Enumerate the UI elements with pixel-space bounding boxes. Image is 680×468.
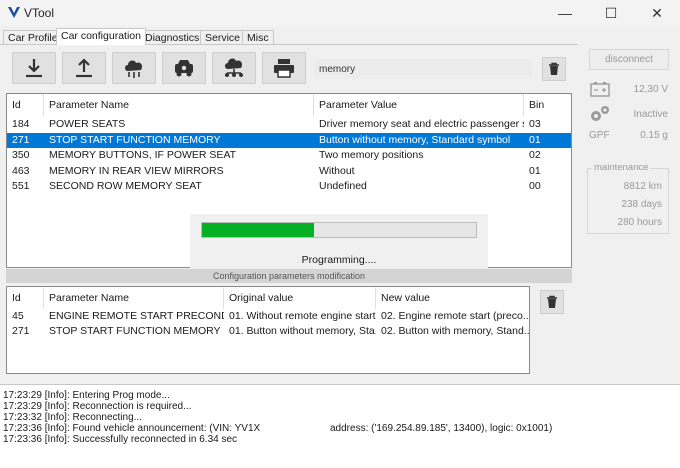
- table-row[interactable]: 184 POWER SEATS Driver memory seat and ele…: [7, 117, 571, 132]
- tab-car-profile[interactable]: Car Profile: [3, 30, 63, 45]
- tab-car-configuration[interactable]: Car configuration: [56, 28, 146, 45]
- gpf-label: GPF: [589, 130, 610, 141]
- download-icon: [26, 59, 42, 78]
- maintenance-km: 8812 km: [623, 181, 662, 192]
- mod-new-cell: 02. Engine remote start (preco...: [381, 310, 530, 322]
- modification-table[interactable]: Id Parameter Name Original value New val…: [6, 286, 530, 374]
- mod-name-cell: ENGINE REMOTE START PRECOND: [49, 310, 224, 322]
- engine-state-value: Inactive: [633, 109, 668, 120]
- param-bin-cell: 01: [529, 133, 541, 146]
- maintenance-hours: 280 hours: [617, 217, 662, 228]
- param-name-cell: MEMORY BUTTONS, IF POWER SEAT: [49, 149, 237, 161]
- table-row[interactable]: 551 SECOND ROW MEMORY SEAT Undefined 00: [7, 179, 571, 194]
- close-icon: ✕: [651, 4, 663, 21]
- upload-icon: [76, 58, 92, 78]
- close-button[interactable]: ✕: [634, 0, 680, 26]
- log-line-address: address: ('169.254.89.185', 13400), logi…: [330, 423, 553, 434]
- log-line: 17:23:36 [Info]: Found vehicle announcem…: [3, 423, 261, 434]
- printer-icon: [274, 59, 294, 78]
- print-button[interactable]: [262, 52, 306, 84]
- upload-button[interactable]: [62, 52, 106, 84]
- param-name-cell: SECOND ROW MEMORY SEAT: [49, 180, 202, 192]
- mod-column-header-new[interactable]: New value: [376, 287, 529, 309]
- param-id-cell: 463: [12, 164, 30, 177]
- progress-bar: [201, 222, 477, 238]
- mod-id-cell: 271: [12, 324, 30, 337]
- param-bin-cell: 02: [529, 149, 541, 161]
- param-id-cell: 184: [12, 118, 30, 130]
- mod-name-cell: STOP START FUNCTION MEMORY: [49, 324, 221, 337]
- clear-search-button[interactable]: [542, 57, 566, 81]
- param-value-cell: Two memory positions: [319, 149, 424, 161]
- table-row[interactable]: 45 ENGINE REMOTE START PRECOND 01. Without…: [7, 309, 529, 324]
- param-value-cell: Without: [319, 164, 355, 177]
- param-id-cell: 350: [12, 149, 30, 161]
- cloud-download-icon: [125, 60, 143, 78]
- mod-column-header-id[interactable]: Id: [7, 287, 44, 309]
- param-name-cell: POWER SEATS: [49, 118, 126, 130]
- mod-original-cell: 01. Without remote engine start...: [229, 310, 376, 322]
- maintenance-legend: maintenance: [592, 162, 651, 173]
- table-row[interactable]: 271 STOP START FUNCTION MEMORY Button with…: [7, 132, 571, 148]
- param-id-cell: 551: [12, 180, 30, 192]
- voltage-value: 12,30 V: [633, 84, 668, 95]
- window-title: VTool: [24, 6, 55, 20]
- tab-service[interactable]: Service: [200, 30, 246, 45]
- tab-strip: Car Profile Car configuration Diagnostic…: [0, 28, 680, 45]
- log-line: 17:23:36 [Info]: Successfully reconnecte…: [3, 434, 238, 445]
- param-name-cell: STOP START FUNCTION MEMORY: [49, 133, 221, 146]
- search-input[interactable]: [314, 59, 532, 79]
- table-row[interactable]: 463 MEMORY IN REAR VIEW MIRRORS Without 01: [7, 164, 571, 179]
- param-bin-cell: 03: [529, 118, 541, 130]
- car-settings-icon: [175, 60, 193, 77]
- column-header-value[interactable]: Parameter Value: [314, 94, 524, 116]
- log-panel[interactable]: 17:23:29 [Info]: Entering Prog mode... 1…: [0, 384, 680, 468]
- column-header-name[interactable]: Parameter Name: [44, 94, 314, 116]
- title-bar: VTool — ☐ ✕: [0, 0, 680, 26]
- column-header-bin[interactable]: Bin: [524, 94, 571, 116]
- log-line: 17:23:29 [Info]: Reconnection is require…: [3, 401, 192, 412]
- gears-icon: [591, 106, 609, 121]
- car-settings-button[interactable]: [162, 52, 206, 84]
- column-header-id[interactable]: Id: [7, 94, 44, 116]
- cloud-network-icon: [225, 58, 243, 77]
- table-row[interactable]: 350 MEMORY BUTTONS, IF POWER SEAT Two memo…: [7, 148, 571, 163]
- section-header: Configuration parameters modification: [6, 269, 572, 283]
- param-value-cell: Undefined: [319, 180, 367, 192]
- cloud-network-button[interactable]: [212, 52, 256, 84]
- mod-id-cell: 45: [12, 310, 24, 322]
- minimize-button[interactable]: —: [542, 0, 588, 26]
- mod-new-cell: 02. Button with memory, Stand...: [381, 324, 530, 337]
- delete-modification-button[interactable]: [540, 290, 564, 314]
- battery-icon: [590, 82, 610, 97]
- param-bin-cell: 01: [529, 164, 541, 177]
- table-row[interactable]: 271 STOP START FUNCTION MEMORY 01. Button …: [7, 324, 529, 339]
- tab-misc[interactable]: Misc: [242, 30, 274, 45]
- param-bin-cell: 00: [529, 180, 541, 192]
- download-button[interactable]: [12, 52, 56, 84]
- trash-icon: [549, 62, 559, 75]
- log-line: 17:23:32 [Info]: Reconnecting...: [3, 412, 142, 423]
- progress-label: Programming....: [301, 254, 377, 266]
- mod-original-cell: 01. Button without memory, Sta...: [229, 324, 376, 337]
- param-name-cell: MEMORY IN REAR VIEW MIRRORS: [49, 164, 224, 177]
- mod-column-header-name[interactable]: Parameter Name: [44, 287, 224, 309]
- cloud-download-button[interactable]: [112, 52, 156, 84]
- minimize-icon: —: [558, 5, 572, 21]
- maximize-button[interactable]: ☐: [588, 0, 634, 26]
- maximize-icon: ☐: [604, 4, 618, 21]
- trash-icon: [547, 295, 557, 308]
- mod-column-header-original[interactable]: Original value: [224, 287, 376, 309]
- progress-fill: [202, 223, 315, 237]
- param-id-cell: 271: [12, 133, 30, 146]
- disconnect-button[interactable]: disconnect: [589, 49, 669, 70]
- maintenance-days: 238 days: [621, 199, 662, 210]
- tab-diagnostics[interactable]: Diagnostics: [140, 30, 205, 45]
- app-logo-icon: [8, 7, 20, 18]
- gpf-value: 0.15 g: [640, 130, 668, 141]
- param-value-cell: Driver memory seat and electric passenge…: [319, 118, 524, 130]
- log-line: 17:23:29 [Info]: Entering Prog mode...: [3, 390, 170, 401]
- param-value-cell: Button without memory, Standard symbol: [319, 133, 511, 146]
